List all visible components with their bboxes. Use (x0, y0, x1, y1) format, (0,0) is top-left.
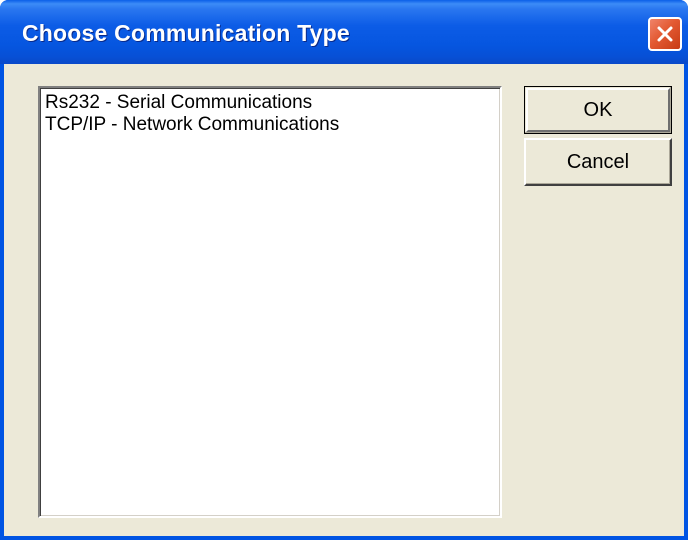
close-button[interactable] (648, 17, 682, 51)
title-bar[interactable]: Choose Communication Type (0, 0, 688, 64)
dialog-title: Choose Communication Type (22, 20, 350, 46)
list-item-tcpip[interactable]: TCP/IP - Network Communications (45, 114, 495, 136)
cancel-button[interactable]: Cancel (524, 138, 672, 186)
dialog-body: Rs232 - Serial Communications TCP/IP - N… (4, 64, 684, 536)
dialog-window: Choose Communication Type Rs232 - Serial… (0, 0, 688, 540)
ok-button-label: OK (583, 98, 613, 121)
communication-type-list[interactable]: Rs232 - Serial Communications TCP/IP - N… (38, 86, 502, 518)
ok-button[interactable]: OK (524, 86, 672, 134)
ok-button-face: OK (526, 88, 670, 132)
close-icon (657, 26, 673, 42)
list-item-rs232[interactable]: Rs232 - Serial Communications (45, 92, 495, 114)
cancel-button-label: Cancel (566, 150, 630, 173)
